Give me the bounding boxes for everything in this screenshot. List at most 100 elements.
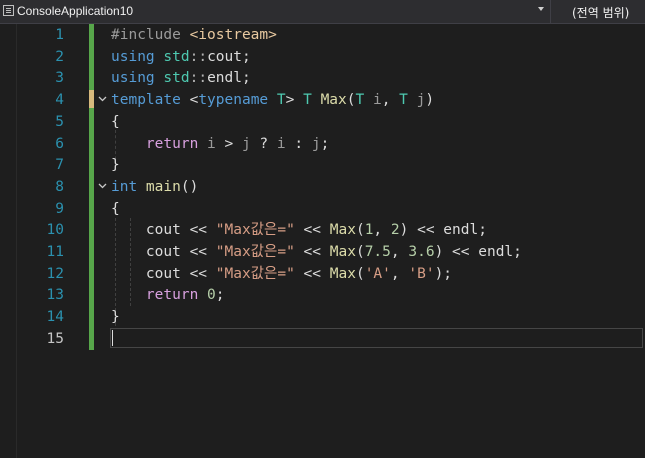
punctuation: () [180,178,199,195]
keyword: using [111,70,164,87]
text-caret [112,330,113,346]
punctuation: , [373,222,391,239]
punctuation: ; [478,222,487,239]
function-name: Max [329,265,356,282]
type-parameter: T [355,92,373,109]
line-number-active: 15 [46,330,64,347]
punctuation: ( [355,244,365,260]
punctuation: ) [434,244,453,260]
line-number: 2 [55,48,64,65]
editor-margin [0,24,17,458]
punctuation: , [381,92,400,109]
keyword: using [111,48,164,65]
parameter: i [207,135,216,152]
number-literal: 3.6 [408,244,435,260]
operator: : [285,135,312,152]
char-literal: 'B' [408,265,435,282]
operator: << [452,244,479,260]
parameter: i [372,92,382,109]
number-literal: 2 [390,222,400,239]
identifier: cout [145,265,181,282]
control-keyword: return [145,287,208,304]
string-literal: "Max값은=" [215,265,295,282]
line-number: 8 [55,178,64,195]
number-literal: 7.5 [364,244,391,260]
code-line: cout << "Max값은=" << Max(7.5, 3.6) << end… [111,241,522,263]
namespace: std [163,70,190,87]
operator: :: [189,48,208,65]
code-line: int main() [111,176,198,198]
code-line: #include <iostream> [111,24,277,46]
punctuation: < [189,92,199,109]
control-keyword: return [145,135,208,152]
type-parameter: T [276,92,286,109]
line-number: 6 [55,135,64,152]
code-line: using std::endl; [111,67,251,89]
string-literal: "Max값은=" [215,222,295,239]
navigation-bar: ConsoleApplication10 (전역 범위) [0,0,645,24]
function-name: Max [329,244,356,260]
code-line: } [111,306,120,328]
operator: :: [189,70,208,87]
identifier: endl [478,244,514,260]
parameter: j [241,135,251,152]
include-header: <iostream> [189,27,277,43]
operator: << [294,244,330,260]
type-parameter: T [399,92,417,109]
punctuation: ); [434,265,453,282]
line-number: 1 [55,27,64,43]
line-number: 12 [46,265,64,282]
char-literal: 'A' [364,265,391,282]
brace: } [111,309,120,326]
preprocessor-directive: #include [111,27,190,43]
punctuation: ) [425,92,435,109]
punctuation: ; [241,70,251,87]
brace: } [111,157,120,174]
navbar-divider [550,0,551,23]
code-line: return 0; [111,284,225,306]
project-icon [3,5,14,16]
operator: << [417,222,444,239]
code-line: { [111,198,120,220]
brace: { [111,113,120,130]
unsaved-change-marker [89,90,94,108]
line-number: 9 [55,200,64,217]
scope-dropdown[interactable]: (전역 범위) [572,4,629,21]
punctuation: ( [355,265,365,282]
punctuation: ( [355,222,365,239]
identifier: cout [145,222,181,239]
line-number: 3 [55,70,64,87]
code-line: cout << "Max값은=" << Max(1, 2) << endl; [111,219,487,241]
fold-chevron-icon[interactable] [97,175,107,197]
operator: > [215,135,242,152]
punctuation: ( [346,92,356,109]
fold-chevron-icon[interactable] [97,88,107,110]
identifier: cout [207,48,242,65]
keyword: template [111,92,190,109]
identifier: cout [145,244,181,260]
current-line-highlight [110,328,643,348]
punctuation: > [285,92,304,109]
change-tracking-bar [89,24,94,350]
operator: << [294,222,330,239]
parameter: i [276,135,286,152]
identifier: endl [207,70,242,87]
operator: << [294,265,330,282]
project-dropdown[interactable]: ConsoleApplication10 [17,4,133,18]
code-line: { [111,111,120,133]
function-name: Max [320,92,347,109]
punctuation: ) [399,222,418,239]
operator: << [180,244,216,260]
line-number: 11 [46,244,64,260]
punctuation: , [390,244,409,260]
line-number: 13 [46,287,64,304]
function-name: main [145,178,181,195]
identifier: endl [443,222,479,239]
operator: ? [250,135,277,152]
string-literal: "Max값은=" [215,244,295,260]
chevron-down-icon[interactable] [538,7,544,11]
